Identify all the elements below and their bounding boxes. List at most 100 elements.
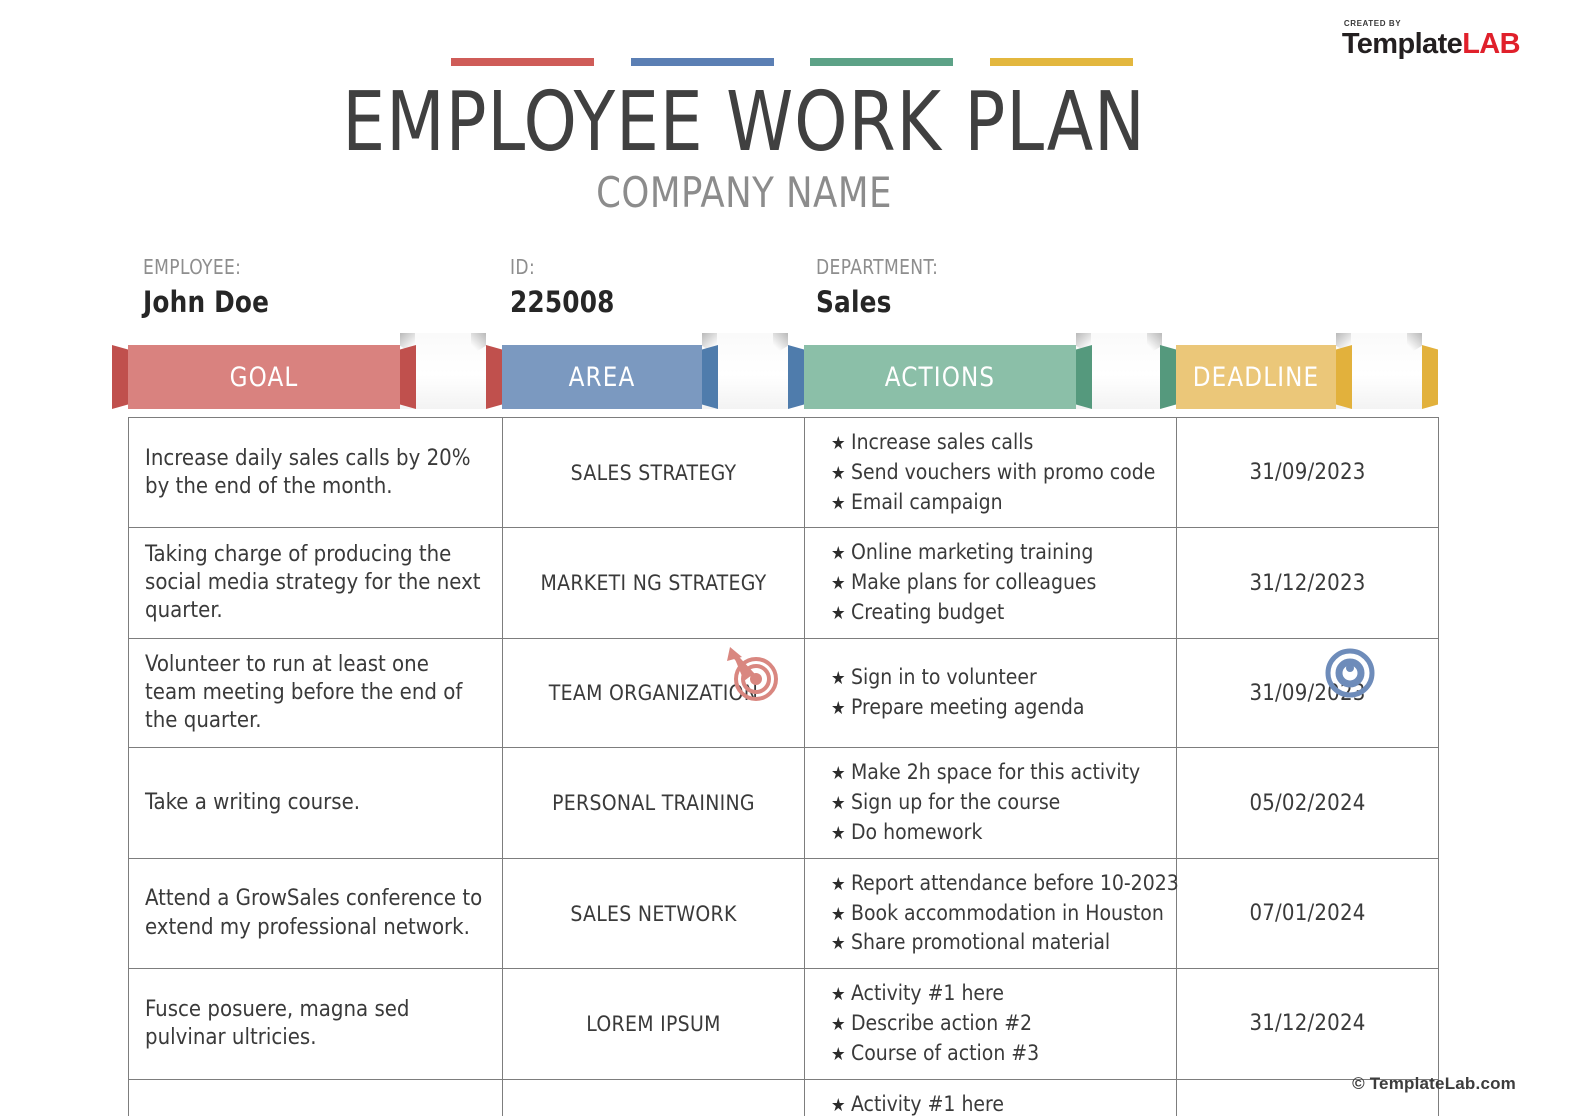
star-bullet-icon: ★ bbox=[831, 903, 846, 925]
cell-actions: ★ Online marketing training ★ Make plans fo… bbox=[804, 527, 1177, 639]
star-bullet-icon: ★ bbox=[831, 462, 846, 484]
action-item-label: Online marketing training bbox=[851, 540, 1094, 565]
templatelab-logo: CREATED BY TemplateLAB bbox=[1342, 19, 1521, 60]
action-item-label: Share promotional material bbox=[851, 930, 1111, 955]
cell-area: MARKETI NG STRATEGY bbox=[502, 527, 805, 639]
cell-goal: Taking charge of producing the social me… bbox=[128, 527, 503, 639]
action-item-label: Email campaign bbox=[851, 489, 1003, 514]
cell-actions: ★ Sign in to volunteer ★ Prepare meeting ag… bbox=[804, 637, 1177, 749]
title-block: EMPLOYEE WORK PLAN COMPANY NAME bbox=[0, 75, 1578, 218]
star-bullet-icon: ★ bbox=[831, 1094, 846, 1116]
tab-shadow-right bbox=[471, 333, 486, 355]
action-item-label: Course of action #3 bbox=[851, 1040, 1040, 1065]
employee-meta-section: EMPLOYEE: John Doe ID: 225008 DEPARTMENT… bbox=[143, 255, 1143, 321]
action-item-label: Creating budget bbox=[851, 600, 1005, 625]
action-item: ★ Report attendance before 10-2023 bbox=[831, 869, 1179, 899]
meta-field-id: ID: 225008 bbox=[510, 255, 620, 319]
table-row: Lorem ipsum dolor sit amet.LOREM IPSUM ★A… bbox=[128, 1078, 1439, 1116]
logo-wordmark: TemplateLAB bbox=[1342, 28, 1521, 60]
action-item-label: Book accommodation in Houston bbox=[851, 900, 1164, 925]
accent-bar-1 bbox=[630, 58, 774, 66]
cell-actions: ★ Report attendance before 10-2023 ★ Book a… bbox=[804, 857, 1179, 970]
star-bullet-icon: ★ bbox=[831, 573, 846, 595]
star-bullet-icon: ★ bbox=[831, 933, 846, 955]
cell-area: SALES STRATEGY bbox=[502, 416, 805, 529]
meta-field-employee: EMPLOYEE: John Doe bbox=[143, 255, 276, 319]
cell-actions: ★Activity #1 here★Describe action #2★Cou… bbox=[804, 968, 1177, 1080]
column-header-area: AREA bbox=[502, 345, 702, 409]
cell-actions: ★ Make 2h space for this activity ★ Sign up… bbox=[804, 747, 1177, 859]
ribbon-right-fold-0 bbox=[400, 345, 416, 409]
action-item-label: Send vouchers with promo code bbox=[851, 459, 1156, 484]
action-item-label: Sign up for the course bbox=[851, 790, 1061, 815]
action-item-label: Activity #1 here bbox=[851, 981, 1004, 1006]
tab-shadow-right bbox=[1147, 333, 1162, 355]
meta-value-employee: John Doe bbox=[143, 285, 270, 319]
logo-lab-text: LAB bbox=[1462, 28, 1520, 60]
cell-area: SALES NETWORK bbox=[502, 857, 805, 970]
accent-bar-2 bbox=[810, 58, 954, 66]
accent-bar-0 bbox=[451, 58, 594, 66]
cell-area: LOREM IPSUM bbox=[502, 1078, 805, 1116]
column-header-actions: ACTIONS bbox=[804, 345, 1076, 409]
action-item: ★ Activity #1 here bbox=[831, 979, 1166, 1009]
action-item: ★ Do homework bbox=[831, 818, 1166, 848]
logo-created-by-label: CREATED BY bbox=[1343, 19, 1402, 28]
page-title: EMPLOYEE WORK PLAN bbox=[342, 75, 1146, 170]
tab-shadow-right bbox=[1407, 333, 1422, 355]
cell-goal: Take a writing course. bbox=[128, 747, 503, 859]
cell-goal: Lorem ipsum dolor sit amet. bbox=[128, 1078, 503, 1116]
star-bullet-icon: ★ bbox=[831, 1043, 846, 1065]
action-item: ★ Course of action #3 bbox=[831, 1039, 1166, 1069]
star-bullet-icon: ★ bbox=[831, 793, 846, 815]
cell-area: PERSONAL TRAINING bbox=[502, 747, 805, 859]
cell-area: LOREM IPSUM bbox=[502, 968, 805, 1080]
column-header-label-1: AREA bbox=[568, 361, 636, 393]
tab-shadow-right bbox=[773, 333, 788, 355]
action-item: ★ Make 2h space for this activity bbox=[831, 758, 1166, 788]
star-bullet-icon: ★ bbox=[831, 492, 846, 514]
table-row: Take a writing course. PERSONAL TRAINING ★… bbox=[128, 747, 1439, 859]
work-plan-table-body: Increase daily sales calls by 20% by the… bbox=[128, 416, 1439, 1116]
table-row: Volunteer to run at least one team meeti… bbox=[128, 637, 1439, 749]
action-item: ★ Sign in to volunteer bbox=[831, 663, 1166, 693]
meta-label-employee: EMPLOYEE: bbox=[143, 255, 242, 279]
column-header-goal: GOAL bbox=[128, 345, 400, 409]
cell-deadline: 31/12/2024 bbox=[1176, 968, 1439, 1080]
cell-goal: Increase daily sales calls by 20% by the… bbox=[128, 416, 503, 529]
action-item-label: Make plans for colleagues bbox=[851, 570, 1097, 595]
footer-copyright: © TemplateLab.com bbox=[1352, 1074, 1516, 1093]
cell-goal: Attend a GrowSales conference to extend … bbox=[128, 857, 503, 970]
cell-deadline: 31/12/2023 bbox=[1176, 527, 1439, 639]
action-item-label: Report attendance before 10-2023 bbox=[851, 870, 1179, 895]
meta-label-id: ID: bbox=[510, 255, 536, 279]
accent-bar-3 bbox=[989, 58, 1133, 66]
table-row: Taking charge of producing the social me… bbox=[128, 527, 1439, 639]
column-header-label-3: DEADLINE bbox=[1192, 361, 1320, 393]
company-name-subtitle: COMPANY NAME bbox=[596, 168, 892, 217]
ribbon-left-fold-2 bbox=[788, 345, 804, 409]
star-bullet-icon: ★ bbox=[831, 822, 846, 844]
table-row: Attend a GrowSales conference to extend … bbox=[128, 857, 1439, 970]
action-item-label: Make 2h space for this activity bbox=[851, 760, 1141, 785]
star-bullet-icon: ★ bbox=[831, 433, 846, 454]
star-bullet-icon: ★ bbox=[831, 1014, 846, 1036]
ribbon-left-fold-0 bbox=[112, 345, 128, 409]
action-item-label: Activity #1 here bbox=[851, 1091, 1004, 1116]
action-item: ★ Creating budget bbox=[831, 598, 1166, 628]
star-bullet-icon: ★ bbox=[831, 668, 846, 690]
action-item: ★ Send vouchers with promo code bbox=[831, 458, 1166, 488]
action-item: ★ Email campaign bbox=[831, 488, 1166, 518]
action-item: ★ Activity #1 here bbox=[831, 1090, 1166, 1116]
column-header-ribbons: GOAL AREA ACTIONS DEADLINE bbox=[0, 331, 1578, 417]
action-item: ★ Book accommodation in Houston bbox=[831, 899, 1166, 929]
action-item-label: Prepare meeting agenda bbox=[851, 695, 1085, 720]
cell-deadline: 07/01/2024 bbox=[1176, 857, 1439, 970]
work-plan-table: Increase daily sales calls by 20% by the… bbox=[128, 416, 1439, 1116]
action-item: ★ Increase sales calls bbox=[831, 428, 1166, 458]
action-item-label: Do homework bbox=[851, 819, 983, 844]
meta-field-department: DEPARTMENT: Sales bbox=[816, 255, 945, 319]
cell-actions: ★ Increase sales calls ★ Send vouchers with… bbox=[804, 416, 1177, 529]
column-header-deadline: DEADLINE bbox=[1176, 345, 1336, 409]
star-bullet-icon: ★ bbox=[831, 698, 846, 720]
